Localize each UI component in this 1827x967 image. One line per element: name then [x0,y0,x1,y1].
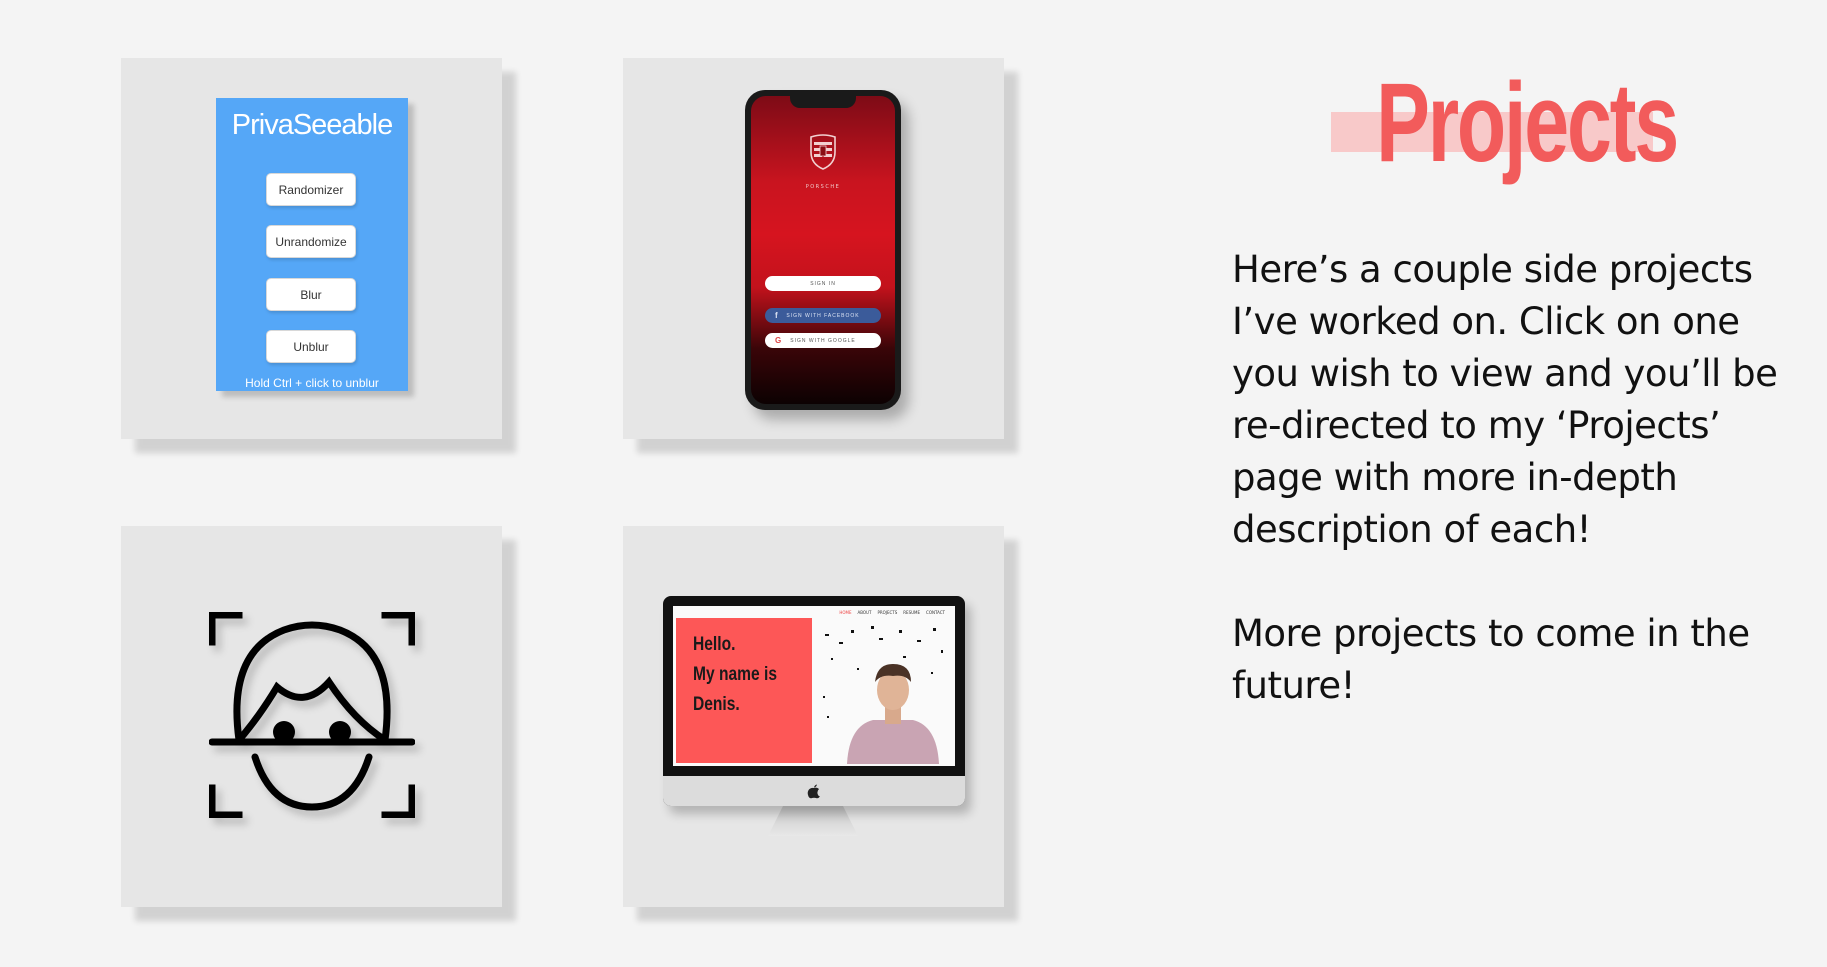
google-sign-in-label: SIGN WITH GOOGLE [790,337,856,344]
phone-mockup: PORSCHE SIGN IN f SIGN WITH FACEBOOK G SIG… [745,90,901,410]
google-sign-in-button: G SIGN WITH GOOGLE [765,333,881,348]
nav-projects: PROJECTS [877,610,898,615]
randomizer-button: Randomizer [266,173,356,206]
sign-in-button: SIGN IN [765,276,881,291]
privaseeable-title: PrivaSeeable [231,109,394,141]
nav-home: HOME [839,610,852,615]
hero-line-2: My name is [693,664,777,685]
hero-line-3: Denis. [693,694,740,715]
portfolio-portrait [823,626,943,764]
portfolio-nav: HOME ABOUT PROJECTS RESUME CONTACT [839,610,945,615]
porsche-crest-icon [810,134,836,170]
unblur-button: Unblur [266,330,356,363]
portfolio-hero: Hello. My name is Denis. [676,618,812,763]
project-card-porsche-app[interactable]: PORSCHE SIGN IN f SIGN WITH FACEBOOK G SIG… [623,58,1004,439]
unrandomize-button: Unrandomize [266,225,356,258]
nav-resume: RESUME [903,610,921,615]
nav-about: ABOUT [857,610,872,615]
project-card-face-recognition[interactable] [121,526,502,907]
project-card-portfolio[interactable]: HOME ABOUT PROJECTS RESUME CONTACT Hello… [623,526,1004,907]
phone-notch [790,96,856,108]
blur-button: Blur [266,278,356,311]
google-icon: G [775,336,783,345]
privaseeable-hint: Hold Ctrl + click to unblur [245,376,379,390]
porsche-brand-text: PORSCHE [805,184,841,190]
page-title: Projects [1376,60,1679,185]
intro-paragraph-1: Here’s a couple side projects I’ve worke… [1232,248,1778,551]
face-scan-icon [209,612,415,818]
imac-monitor: HOME ABOUT PROJECTS RESUME CONTACT Hello… [663,596,965,806]
facebook-sign-in-button: f SIGN WITH FACEBOOK [765,308,881,323]
privaseeable-preview: PrivaSeeable Randomizer Unrandomize Blur… [216,98,408,391]
intro-paragraph-2: More projects to come in the future! [1232,612,1750,707]
imac-stand [768,806,858,836]
facebook-icon: f [775,311,779,320]
apple-logo-icon [807,784,820,799]
facebook-sign-in-label: SIGN WITH FACEBOOK [786,312,860,319]
projects-heading: Projects [1331,60,1679,192]
hero-line-1: Hello. [693,634,736,655]
project-card-privaseeable[interactable]: PrivaSeeable Randomizer Unrandomize Blur… [121,58,502,439]
phone-screen: PORSCHE SIGN IN f SIGN WITH FACEBOOK G SIG… [751,96,895,404]
imac-mockup: HOME ABOUT PROJECTS RESUME CONTACT Hello… [663,596,965,836]
portfolio-hero-text: Hello. My name is Denis. [693,630,777,720]
nav-contact: CONTACT [926,610,945,615]
portfolio-screen: HOME ABOUT PROJECTS RESUME CONTACT Hello… [673,606,955,766]
intro-text: Here’s a couple side projects I’ve worke… [1232,244,1792,712]
imac-chin [663,776,965,806]
